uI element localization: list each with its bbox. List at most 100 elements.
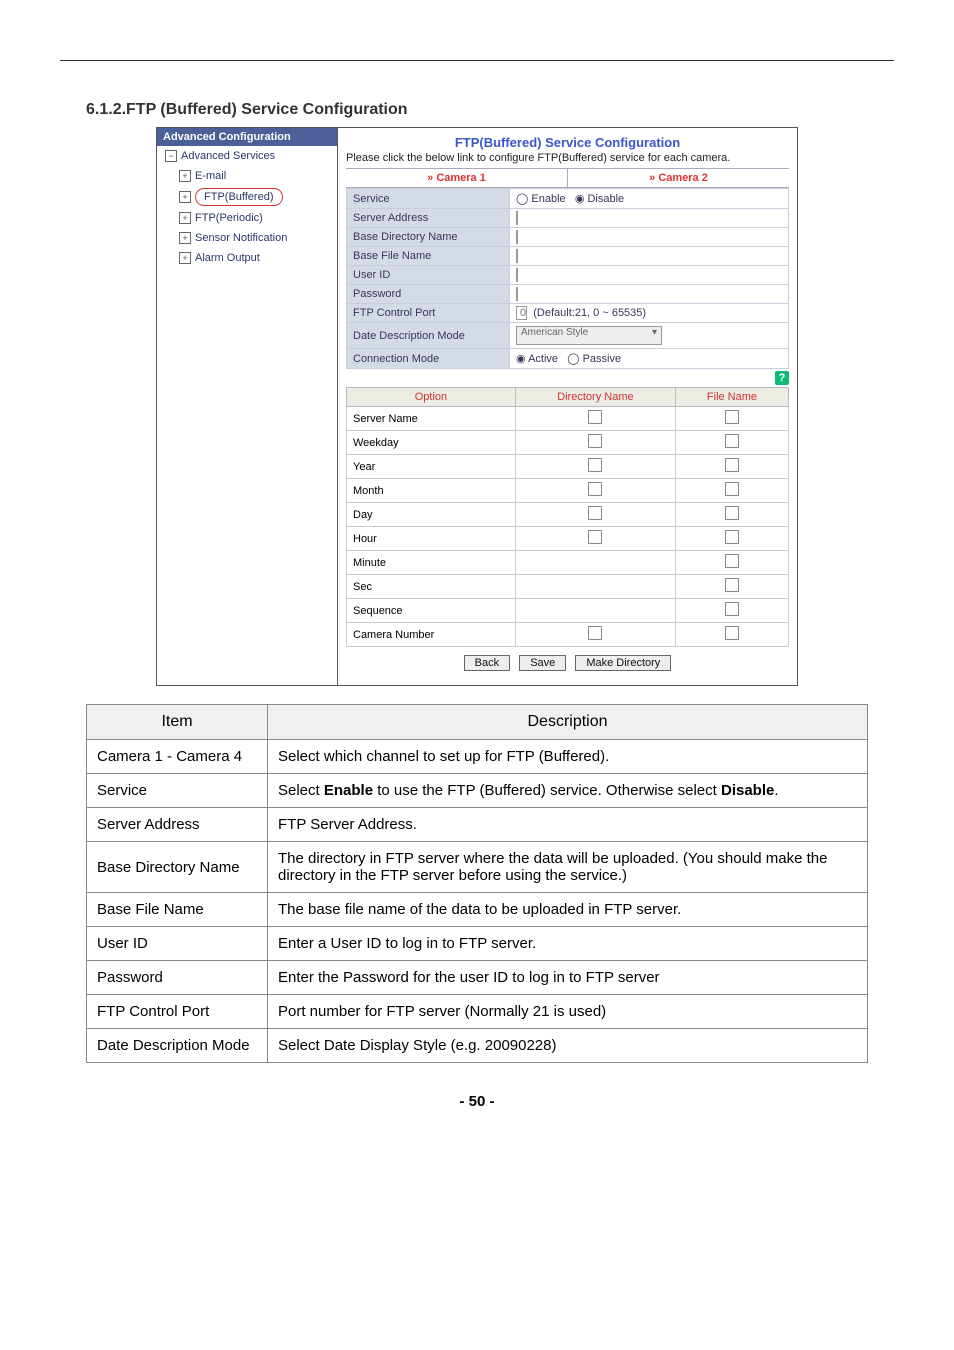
- option-row: Minute: [347, 551, 789, 575]
- desc-item: User ID: [87, 927, 268, 961]
- option-row: Server Name: [347, 407, 789, 431]
- label-password: Password: [347, 285, 510, 304]
- file-checkbox[interactable]: [725, 554, 739, 568]
- make-directory-button[interactable]: Make Directory: [575, 655, 671, 671]
- label-base-dir: Base Directory Name: [347, 228, 510, 247]
- desc-row: ServiceSelect Enable to use the FTP (Buf…: [87, 774, 868, 808]
- service-disable[interactable]: ◉ Disable: [575, 193, 624, 205]
- help-icon[interactable]: ?: [775, 371, 789, 385]
- desc-row: FTP Control PortPort number for FTP serv…: [87, 995, 868, 1029]
- file-checkbox[interactable]: [725, 602, 739, 616]
- desc-row: Base File NameThe base file name of the …: [87, 893, 868, 927]
- option-name: Day: [347, 503, 516, 527]
- collapse-icon[interactable]: −: [165, 150, 177, 162]
- dir-checkbox[interactable]: [588, 626, 602, 640]
- file-checkbox[interactable]: [725, 626, 739, 640]
- desc-text: Port number for FTP server (Normally 21 …: [268, 995, 868, 1029]
- ctrl-port-input[interactable]: 0: [516, 306, 527, 320]
- option-row: Sec: [347, 575, 789, 599]
- nav-item-email[interactable]: + E-mail: [157, 166, 337, 186]
- expand-icon[interactable]: +: [179, 191, 191, 203]
- config-screenshot: Advanced Configuration − Advanced Servic…: [156, 127, 798, 686]
- option-name: Sequence: [347, 599, 516, 623]
- option-row: Sequence: [347, 599, 789, 623]
- service-enable[interactable]: ◯ Enable: [516, 193, 566, 205]
- base-file-input[interactable]: [516, 249, 518, 263]
- password-input[interactable]: [516, 287, 518, 301]
- desc-item: FTP Control Port: [87, 995, 268, 1029]
- dir-checkbox[interactable]: [588, 458, 602, 472]
- expand-icon[interactable]: +: [179, 232, 191, 244]
- nav-item-ftp-periodic[interactable]: + FTP(Periodic): [157, 208, 337, 228]
- save-button[interactable]: Save: [519, 655, 566, 671]
- option-row: Year: [347, 455, 789, 479]
- option-name: Server Name: [347, 407, 516, 431]
- base-dir-input[interactable]: [516, 230, 518, 244]
- opt-head-dir: Directory Name: [515, 388, 675, 407]
- dir-checkbox[interactable]: [588, 434, 602, 448]
- panel-title: FTP(Buffered) Service Configuration: [346, 132, 789, 152]
- option-name: Month: [347, 479, 516, 503]
- file-checkbox[interactable]: [725, 530, 739, 544]
- label-server-address: Server Address: [347, 209, 510, 228]
- expand-icon[interactable]: +: [179, 252, 191, 264]
- nav-root[interactable]: − Advanced Services: [157, 146, 337, 166]
- file-checkbox[interactable]: [725, 482, 739, 496]
- user-id-input[interactable]: [516, 268, 518, 282]
- col-desc: Description: [268, 705, 868, 740]
- opt-head-file: File Name: [675, 388, 788, 407]
- file-checkbox[interactable]: [725, 410, 739, 424]
- desc-item: Base Directory Name: [87, 842, 268, 893]
- desc-text: The base file name of the data to be upl…: [268, 893, 868, 927]
- label-ctrl-port: FTP Control Port: [347, 304, 510, 323]
- expand-icon[interactable]: +: [179, 212, 191, 224]
- label-base-file: Base File Name: [347, 247, 510, 266]
- server-address-input[interactable]: [516, 211, 518, 225]
- back-button[interactable]: Back: [464, 655, 510, 671]
- label-service tridata-interactable=: Service: [347, 189, 510, 209]
- desc-text: Enter a User ID to log in to FTP server.: [268, 927, 868, 961]
- file-checkbox[interactable]: [725, 458, 739, 472]
- option-row: Day: [347, 503, 789, 527]
- panel-intro: Please click the below link to configure…: [346, 152, 789, 169]
- conn-active[interactable]: ◉ Active: [516, 353, 558, 365]
- col-item: Item: [87, 705, 268, 740]
- desc-row: PasswordEnter the Password for the user …: [87, 961, 868, 995]
- desc-item: Service: [87, 774, 268, 808]
- option-name: Hour: [347, 527, 516, 551]
- desc-text: Select Enable to use the FTP (Buffered) …: [268, 774, 868, 808]
- service-radios: ◯ Enable ◉ Disable: [510, 189, 789, 209]
- nav-item-sensor[interactable]: + Sensor Notification: [157, 228, 337, 248]
- desc-item: Date Description Mode: [87, 1029, 268, 1063]
- ctrl-port-hint: (Default:21, 0 ~ 65535): [533, 307, 646, 319]
- desc-item: Base File Name: [87, 893, 268, 927]
- desc-item: Camera 1 - Camera 4: [87, 740, 268, 774]
- option-name: Weekday: [347, 431, 516, 455]
- option-row: Weekday: [347, 431, 789, 455]
- file-checkbox[interactable]: [725, 578, 739, 592]
- label-date-mode: Date Description Mode: [347, 323, 510, 349]
- dir-checkbox[interactable]: [588, 530, 602, 544]
- dir-checkbox[interactable]: [588, 482, 602, 496]
- date-mode-select[interactable]: American Style: [516, 326, 662, 345]
- desc-text: FTP Server Address.: [268, 808, 868, 842]
- dir-checkbox[interactable]: [588, 410, 602, 424]
- expand-icon[interactable]: +: [179, 170, 191, 182]
- file-checkbox[interactable]: [725, 434, 739, 448]
- tab-camera-2[interactable]: » Camera 2: [568, 169, 789, 187]
- description-table: Item Description Camera 1 - Camera 4Sele…: [86, 704, 868, 1063]
- conn-passive[interactable]: ◯ Passive: [567, 353, 621, 365]
- dir-checkbox[interactable]: [588, 506, 602, 520]
- desc-text: Select Date Display Style (e.g. 20090228…: [268, 1029, 868, 1063]
- option-name: Sec: [347, 575, 516, 599]
- nav-item-ftp-buffered[interactable]: + FTP(Buffered): [157, 186, 337, 208]
- label-user-id: User ID: [347, 266, 510, 285]
- section-heading: 6.1.2.FTP (Buffered) Service Configurati…: [86, 101, 954, 119]
- desc-row: Server AddressFTP Server Address.: [87, 808, 868, 842]
- file-checkbox[interactable]: [725, 506, 739, 520]
- option-name: Minute: [347, 551, 516, 575]
- nav-item-alarm[interactable]: + Alarm Output: [157, 248, 337, 268]
- desc-text: Enter the Password for the user ID to lo…: [268, 961, 868, 995]
- desc-text: The directory in FTP server where the da…: [268, 842, 868, 893]
- tab-camera-1[interactable]: » Camera 1: [346, 169, 568, 187]
